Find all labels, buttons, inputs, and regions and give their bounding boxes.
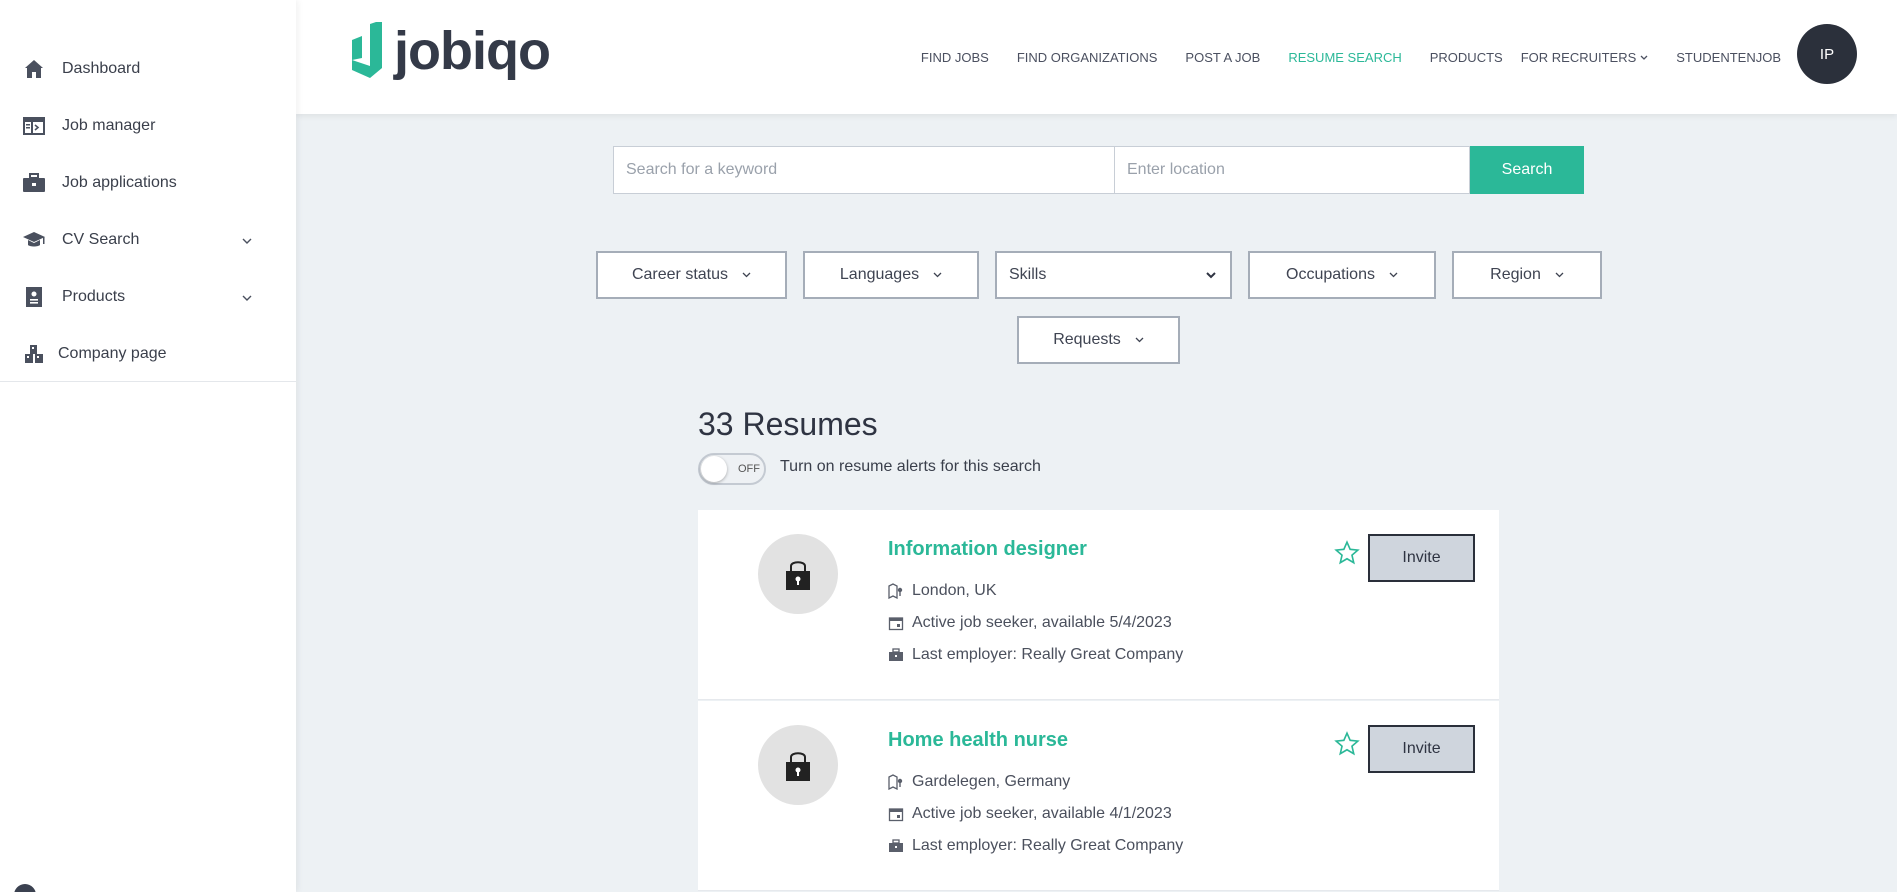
sidebar-item-job-applications[interactable]: Job applications [0, 154, 296, 211]
nav-for-recruiters-label: FOR RECRUITERS [1520, 50, 1637, 65]
products-icon [22, 285, 46, 309]
filter-label: Occupations [1286, 266, 1375, 283]
region-filter[interactable]: Region [1452, 251, 1602, 299]
chevron-down-icon [1206, 271, 1216, 278]
briefcase-icon [22, 171, 46, 195]
lock-icon [786, 752, 810, 781]
filter-label: Skills [1009, 266, 1047, 283]
filter-label: Region [1490, 266, 1541, 283]
resume-location: Gardelegen, Germany [888, 773, 1070, 791]
avatar-placeholder [758, 534, 838, 614]
resume-card: Home health nurse Gardelegen, Germany Ac… [698, 701, 1499, 891]
sidebar-item-dashboard[interactable]: Dashboard [0, 40, 296, 97]
graduation-cap-icon [22, 228, 46, 252]
sidebar-item-label: CV Search [62, 230, 140, 248]
help-icon[interactable] [14, 884, 36, 892]
keyword-search-input[interactable] [613, 146, 1115, 194]
chevron-down-icon [1389, 272, 1398, 278]
chevron-down-icon [1640, 55, 1648, 60]
logo[interactable]: jobiqo [348, 21, 551, 81]
map-pin-icon [888, 583, 904, 599]
invite-button[interactable]: Invite [1368, 725, 1475, 773]
favorite-star-icon[interactable] [1334, 540, 1360, 566]
logo-mark-icon [352, 22, 382, 78]
sidebar-item-cv-search[interactable]: CV Search [0, 211, 296, 268]
sidebar-item-label: Products [62, 287, 126, 305]
resume-location-text: London, UK [912, 582, 997, 599]
filter-label: Requests [1053, 331, 1121, 348]
avatar[interactable]: IP [1797, 24, 1857, 84]
lock-icon [786, 561, 810, 590]
languages-filter[interactable]: Languages [803, 251, 979, 299]
sidebar-item-label: Company page [58, 344, 167, 362]
chevron-down-icon [242, 288, 252, 306]
briefcase-icon [888, 838, 904, 854]
home-icon [22, 57, 46, 81]
resume-title-link[interactable]: Information designer [888, 538, 1087, 561]
chevron-down-icon [1135, 337, 1144, 343]
occupations-filter[interactable]: Occupations [1248, 251, 1436, 299]
main-nav: FIND JOBS FIND ORGANIZATIONS POST A JOB … [893, 50, 1781, 65]
nav-studentenjob[interactable]: STUDENTENJOB [1676, 50, 1781, 65]
sidebar-item-label: Job applications [62, 173, 177, 191]
chevron-down-icon [742, 272, 751, 278]
sidebar-menu: Dashboard Job manager Job applications C… [0, 0, 296, 382]
sidebar-item-company-page[interactable]: Company page [0, 325, 296, 382]
toggle-state: OFF [738, 463, 760, 475]
nav-find-jobs[interactable]: FIND JOBS [921, 50, 989, 65]
resume-employer-text: Last employer: Really Great Company [912, 646, 1184, 663]
job-manager-icon [22, 114, 46, 138]
toggle-knob [701, 456, 727, 482]
resume-card: Information designer London, UK Active j… [698, 510, 1499, 700]
calendar-icon [888, 615, 904, 631]
chevron-down-icon [242, 231, 252, 249]
chevron-down-icon [1555, 272, 1564, 278]
resume-location: London, UK [888, 582, 997, 600]
resume-alert-label: Turn on resume alerts for this search [780, 458, 1041, 475]
filter-label: Languages [839, 266, 920, 283]
top-header: jobiqo FIND JOBS FIND ORGANIZATIONS POST… [296, 0, 1897, 114]
resume-status-text: Active job seeker, available 4/1/2023 [912, 805, 1172, 822]
requests-filter[interactable]: Requests [1017, 316, 1180, 364]
resume-alert-toggle[interactable]: OFF [698, 453, 766, 485]
results-count: 33 Resumes [698, 406, 878, 442]
avatar-placeholder [758, 725, 838, 805]
sidebar-item-label: Dashboard [62, 59, 141, 77]
sidebar-item-label: Job manager [62, 116, 156, 134]
resume-employer-text: Last employer: Really Great Company [912, 837, 1184, 854]
search-button[interactable]: Search [1470, 146, 1584, 194]
nav-resume-search[interactable]: RESUME SEARCH [1288, 50, 1401, 65]
sidebar-item-job-manager[interactable]: Job manager [0, 97, 296, 154]
logo-text: jobiqo [394, 21, 551, 81]
sidebar-item-products[interactable]: Products [0, 268, 296, 325]
career-status-filter[interactable]: Career status [596, 251, 787, 299]
company-icon [22, 342, 46, 366]
nav-products[interactable]: PRODUCTS [1430, 50, 1503, 65]
resume-employer: Last employer: Really Great Company [888, 646, 1183, 664]
resume-employer: Last employer: Really Great Company [888, 837, 1183, 855]
skills-filter[interactable]: Skills [995, 251, 1232, 299]
chevron-down-icon [933, 272, 942, 278]
filter-label: Career status [631, 266, 729, 283]
nav-find-organizations[interactable]: FIND ORGANIZATIONS [1017, 50, 1158, 65]
invite-button[interactable]: Invite [1368, 534, 1475, 582]
resume-status-text: Active job seeker, available 5/4/2023 [912, 614, 1172, 631]
resume-status: Active job seeker, available 4/1/2023 [888, 805, 1172, 823]
resume-title-link[interactable]: Home health nurse [888, 729, 1068, 752]
nav-post-a-job[interactable]: POST A JOB [1185, 50, 1260, 65]
nav-for-recruiters[interactable]: FOR RECRUITERS [1521, 50, 1649, 65]
resume-status: Active job seeker, available 5/4/2023 [888, 614, 1172, 632]
map-pin-icon [888, 774, 904, 790]
sidebar: Dashboard Job manager Job applications C… [0, 0, 296, 892]
briefcase-icon [888, 647, 904, 663]
resume-location-text: Gardelegen, Germany [912, 773, 1071, 790]
calendar-icon [888, 806, 904, 822]
location-input[interactable] [1115, 146, 1470, 194]
favorite-star-icon[interactable] [1334, 731, 1360, 757]
search-bar: Search [613, 146, 1584, 194]
